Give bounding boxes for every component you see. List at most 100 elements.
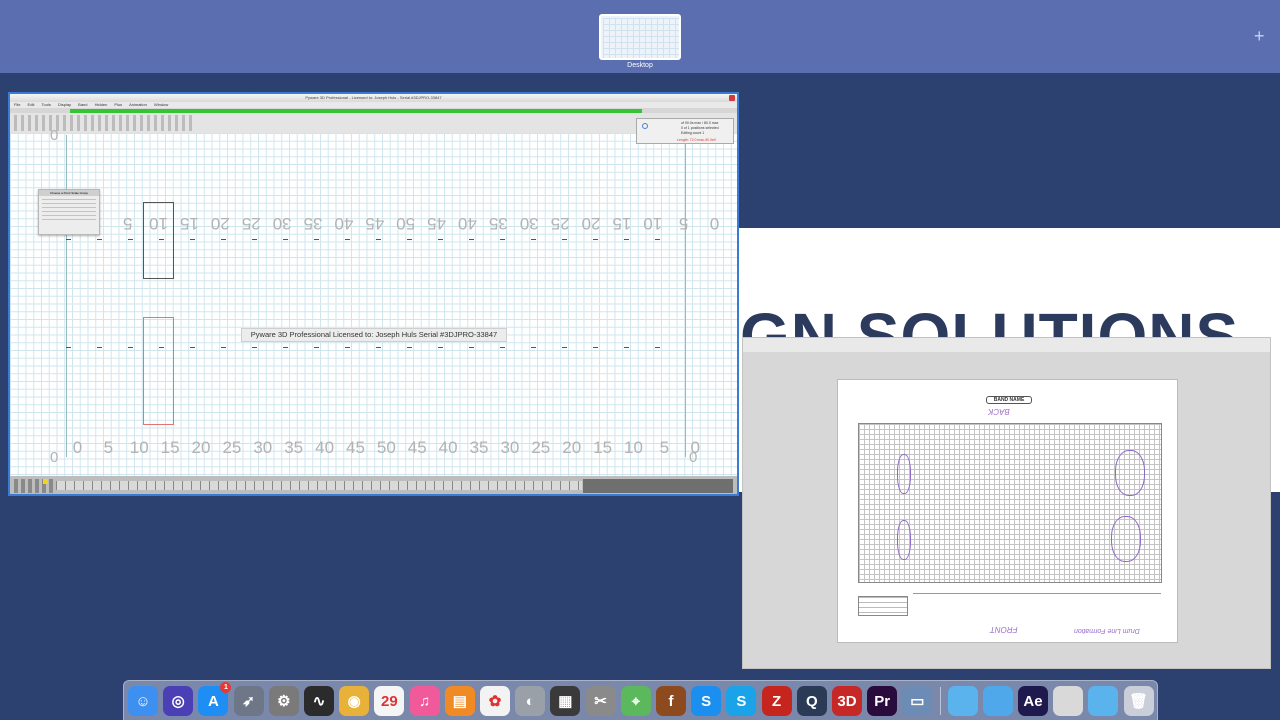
formation-block-selected[interactable] xyxy=(143,317,174,425)
panel-line: of 90.0s max / 80.0 max xyxy=(681,121,719,125)
yard-number: 15 xyxy=(593,438,613,457)
font-icon[interactable]: f xyxy=(656,686,686,716)
premiere-icon[interactable]: Pr xyxy=(867,686,898,716)
desktop-space-thumbnail[interactable] xyxy=(599,14,681,60)
after-effects-icon[interactable]: Ae xyxy=(1018,686,1048,716)
system-preferences-glyph: ⚙ xyxy=(277,693,291,710)
football-field-grid[interactable]: 0 0 0 0510152025303540455045403530252015… xyxy=(10,127,737,476)
yard-number: 45 xyxy=(427,214,446,233)
yard-number: 20 xyxy=(191,438,211,457)
skype-icon[interactable]: S xyxy=(726,686,757,716)
launchpad-icon[interactable]: ➶ xyxy=(233,686,264,716)
zero-label: 0 xyxy=(50,127,59,144)
preview-window[interactable]: BAND NAME BACK FRONT Drum Line Formation xyxy=(742,337,1271,669)
handwritten-mark xyxy=(1115,450,1145,496)
spaces-bar: Desktop + xyxy=(0,0,1280,73)
timeline-scroll-area[interactable] xyxy=(583,479,733,493)
yard-number: 40 xyxy=(315,438,335,457)
zoom-icon[interactable] xyxy=(642,123,648,129)
maps-icon[interactable]: ⌖ xyxy=(620,686,651,716)
yard-number: 45 xyxy=(407,438,427,457)
app-store-icon[interactable]: A1 xyxy=(198,682,232,716)
yard-number: 40 xyxy=(457,214,477,233)
chrome-icon[interactable]: ◉ xyxy=(339,686,370,716)
trash-icon[interactable]: 🗑 xyxy=(1123,686,1154,716)
folder-icon[interactable] xyxy=(947,686,978,716)
quicktime-icon[interactable]: Q xyxy=(796,686,827,716)
formation-block[interactable] xyxy=(143,202,174,279)
yard-number: 20 xyxy=(562,438,582,457)
pyware-title-bar[interactable]: Pyware 3D Professional - Licensed to: Jo… xyxy=(10,94,737,102)
claquette-glyph: ▦ xyxy=(558,693,573,710)
finder-icon[interactable]: ☺ xyxy=(128,686,158,716)
pyware-window[interactable]: Pyware 3D Professional - Licensed to: Jo… xyxy=(8,92,739,496)
folder-icon[interactable] xyxy=(1088,686,1119,716)
pyware-glyph: 3D xyxy=(837,692,857,710)
yard-number: 30 xyxy=(272,214,292,233)
scissors-icon[interactable]: ✂ xyxy=(585,686,616,716)
playback-controls[interactable] xyxy=(14,479,54,493)
activity-monitor-icon[interactable]: ∿ xyxy=(304,686,334,716)
dock-separator xyxy=(940,687,941,715)
dialog-title: Choose a Point Scale Group xyxy=(39,190,99,196)
shazam-glyph: S xyxy=(701,692,712,710)
skype-glyph: S xyxy=(736,692,747,710)
preview-icon[interactable]: ▭ xyxy=(902,686,933,716)
yard-number: 25 xyxy=(241,214,261,233)
ibooks-icon[interactable]: ▤ xyxy=(444,686,475,716)
itunes-icon[interactable]: ♫ xyxy=(409,686,440,716)
filezilla-icon[interactable]: Z xyxy=(761,686,792,716)
calendar-icon[interactable]: 29 xyxy=(374,686,405,716)
timeline-bar[interactable] xyxy=(10,476,737,494)
yard-number: 50 xyxy=(396,214,416,233)
shazam-icon[interactable]: S xyxy=(691,686,722,716)
page-header: BAND NAME xyxy=(986,396,1032,404)
yard-number: 45 xyxy=(346,438,365,457)
handwritten-mark xyxy=(1111,516,1141,562)
yard-number: 30 xyxy=(253,438,273,457)
add-space-icon[interactable]: + xyxy=(1254,26,1265,47)
yard-number: 20 xyxy=(210,214,230,233)
yard-number: 0 xyxy=(690,438,700,457)
back-label: BACK xyxy=(988,407,1010,416)
yard-numbers-top: 0510152025303540455045403530252015105 xyxy=(10,213,730,233)
document-page: BAND NAME BACK FRONT Drum Line Formation xyxy=(837,379,1178,643)
system-preferences-icon[interactable]: ⚙ xyxy=(268,686,299,716)
yard-number: 0 xyxy=(709,214,720,233)
preview-toolbar[interactable] xyxy=(743,338,1270,352)
timeline-ruler[interactable] xyxy=(56,481,582,490)
dialog-body xyxy=(42,199,96,223)
panel-line: Editing count 1 xyxy=(681,131,705,135)
pyware-toolbar[interactable] xyxy=(10,113,737,133)
close-icon[interactable] xyxy=(729,95,735,101)
pyware-icon[interactable]: 3D xyxy=(832,686,862,716)
selection-info-panel[interactable]: of 90.0s max / 80.0 max 0 of 1 positions… xyxy=(636,118,734,144)
yard-number: 35 xyxy=(469,438,489,457)
photos-icon[interactable]: ✿ xyxy=(480,686,510,716)
disk-utility-glyph: ◐ xyxy=(525,692,535,710)
front-label: FRONT xyxy=(990,625,1018,634)
play-icon[interactable] xyxy=(43,479,48,484)
claquette-icon[interactable]: ▦ xyxy=(550,686,581,716)
disk-utility-icon[interactable]: ◐ xyxy=(515,686,546,716)
pyware-menu-bar[interactable]: File Edit Tools Display Band Hidden Plus… xyxy=(10,102,737,108)
notification-badge: 1 xyxy=(220,682,232,693)
siri-glyph: ◎ xyxy=(171,693,185,710)
yard-number: 25 xyxy=(550,214,570,233)
drill-chart-grid xyxy=(858,423,1162,583)
point-scale-dialog[interactable]: Choose a Point Scale Group xyxy=(38,189,100,235)
yard-number: 35 xyxy=(303,214,323,233)
wallpaper-headline: GN SOLUTIONS xyxy=(740,300,1240,342)
siri-icon[interactable]: ◎ xyxy=(163,686,194,716)
dock: ☺ ◎ A 1 ➶ ⚙ ∿ ◉ 29 ♫ ▤ ✿ ◐ ▦ ✂ ⌖ f S S Z Q 3D Pr ▭ Ae 🗑 xyxy=(123,680,1158,720)
yard-number: 10 xyxy=(129,438,149,457)
launchpad-glyph: ➶ xyxy=(242,693,255,710)
preview-glyph: ▭ xyxy=(910,693,925,710)
document-icon[interactable] xyxy=(1053,686,1084,716)
desktop-space-label: Desktop xyxy=(627,62,653,69)
handwritten-mark xyxy=(897,520,911,560)
toolbar-icons[interactable] xyxy=(14,115,194,131)
folder-icon[interactable] xyxy=(982,686,1013,716)
panel-warning: Length: 72.0 max-90.0e0 xyxy=(677,138,716,142)
page-divider xyxy=(913,593,1161,594)
